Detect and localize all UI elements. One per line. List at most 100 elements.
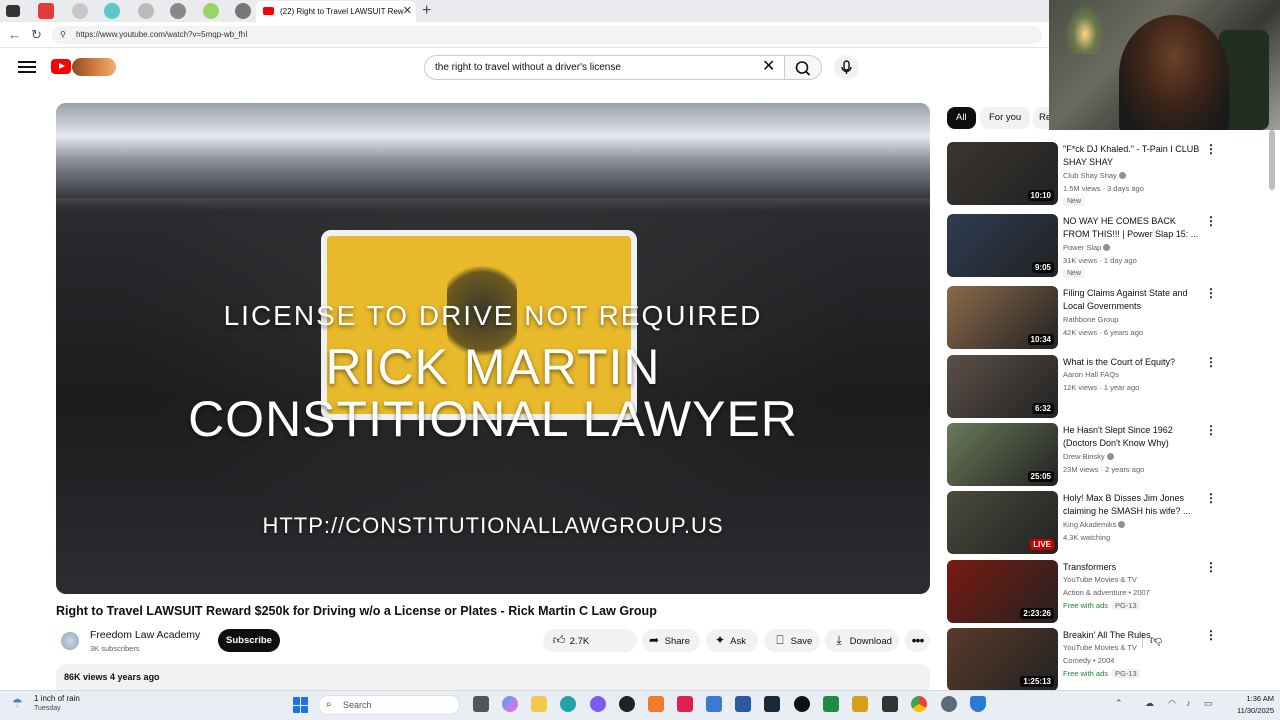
recommendation-title[interactable]: What is the Court of Equity?: [1063, 356, 1201, 369]
recommendation-item[interactable]: 10:10 "F*ck DJ Khaled." - T-Pain I CLUB S…: [947, 142, 1247, 206]
obs-icon[interactable]: [619, 696, 635, 712]
copilot-icon[interactable]: [502, 696, 518, 712]
clock-time[interactable]: 1:36 AM: [1234, 694, 1274, 703]
recommendation-channel[interactable]: Rathbone Group: [1063, 315, 1118, 324]
globe-icon[interactable]: [170, 3, 186, 19]
url-field[interactable]: ⚲ https://www.youtube.com/watch?v=5mqp-w…: [52, 26, 1042, 44]
recommendation-thumbnail[interactable]: 9:05: [947, 214, 1058, 277]
recommendation-channel[interactable]: Drew Binsky: [1063, 452, 1114, 461]
hamburger-menu-icon[interactable]: [18, 59, 36, 75]
recommendation-item[interactable]: 10:34 Filing Claims Against State and Loc…: [947, 286, 1247, 350]
pinned-tab-icon[interactable]: [203, 3, 219, 19]
reload-icon[interactable]: ↻: [31, 26, 42, 44]
wifi-icon[interactable]: ◠: [1168, 698, 1176, 709]
start-button-icon[interactable]: [293, 697, 309, 713]
tiktok-icon[interactable]: [794, 696, 810, 712]
more-options-icon[interactable]: ⋮: [1205, 561, 1217, 573]
recommendation-thumbnail[interactable]: 1:25:13: [947, 628, 1058, 691]
call-of-duty-icon[interactable]: [882, 696, 898, 712]
recommendation-title[interactable]: Filing Claims Against State and Local Go…: [1063, 287, 1201, 313]
file-explorer-icon[interactable]: [531, 696, 547, 712]
chevron-up-icon[interactable]: ⌃: [1115, 698, 1123, 709]
recommendation-item[interactable]: 2:23:26 Transformers YouTube Movies & TV Ac…: [947, 560, 1247, 624]
more-options-icon[interactable]: ⋮: [1205, 143, 1217, 155]
recommendation-thumbnail[interactable]: 10:34: [947, 286, 1058, 349]
like-button[interactable]: 👍︎ 2.7K 👎︎: [543, 629, 1162, 652]
video-player[interactable]: LICENSE TO DRIVE NOT REQUIRED RICK MARTI…: [56, 103, 930, 594]
pinned-tab-icon[interactable]: [38, 3, 54, 19]
page-scrollbar[interactable]: [1268, 130, 1276, 690]
more-options-icon[interactable]: ⋮: [1205, 356, 1217, 368]
pinned-tab-icon[interactable]: [72, 3, 88, 19]
scrollbar-thumb[interactable]: [1269, 130, 1275, 190]
active-tab[interactable]: (22) Right to Travel LAWSUIT Rew ✕: [256, 1, 416, 22]
app-icon[interactable]: [648, 696, 664, 712]
recommendation-title[interactable]: He Hasn't Slept Since 1962 (Doctors Don'…: [1063, 424, 1201, 450]
recommendation-title[interactable]: Transformers: [1063, 561, 1201, 574]
clear-search-icon[interactable]: ✕: [762, 56, 775, 78]
new-tab-button[interactable]: +: [422, 0, 431, 22]
clock-date[interactable]: 11/30/2025: [1222, 706, 1274, 715]
recommendation-title[interactable]: NO WAY HE COMES BACK FROM THIS!!! | Powe…: [1063, 215, 1201, 241]
ask-button[interactable]: ✦ Ask: [706, 629, 758, 652]
recommendation-channel[interactable]: Club Shay Shay: [1063, 171, 1126, 180]
download-button[interactable]: ⤓ Download: [825, 629, 899, 652]
recommendation-item[interactable]: 1:25:13 Breakin' All The Rules YouTube Mov…: [947, 628, 1247, 692]
more-options-icon[interactable]: ⋮: [1205, 629, 1217, 641]
more-options-icon[interactable]: ⋮: [1205, 287, 1217, 299]
chip-for-you[interactable]: For you: [980, 107, 1031, 129]
recommendation-item[interactable]: 25:05 He Hasn't Slept Since 1962 (Doctors…: [947, 423, 1247, 487]
task-view-icon[interactable]: [473, 696, 489, 712]
weather-title[interactable]: 1 inch of rain: [34, 694, 80, 703]
search-input[interactable]: the right to travel without a driver's l…: [424, 55, 785, 80]
taskbar-search-box[interactable]: ⌕ Search: [318, 695, 460, 715]
xbox-icon[interactable]: [823, 696, 839, 712]
recommendation-thumbnail[interactable]: 25:05: [947, 423, 1058, 486]
settings-gear-icon[interactable]: [941, 696, 957, 712]
security-shield-icon[interactable]: [970, 696, 986, 712]
cloud-icon[interactable]: ☁: [1145, 698, 1154, 709]
app-icon[interactable]: [677, 696, 693, 712]
more-options-icon[interactable]: ⋮: [1205, 215, 1217, 227]
save-button[interactable]: ⎕ Save: [764, 629, 820, 652]
volume-icon[interactable]: ♪: [1186, 698, 1191, 708]
search-button[interactable]: [785, 55, 822, 80]
youtube-logo[interactable]: [51, 59, 71, 74]
youtube-doodle-logo[interactable]: [72, 58, 116, 76]
store-icon[interactable]: [706, 696, 722, 712]
edge-browser-icon[interactable]: [560, 696, 576, 712]
recommendation-channel[interactable]: Power Slap: [1063, 243, 1111, 252]
recommendation-thumbnail[interactable]: LIVE: [947, 491, 1058, 554]
pinned-tab-icon[interactable]: [104, 3, 120, 19]
chip-all[interactable]: All: [947, 107, 976, 129]
voice-search-button[interactable]: [834, 55, 859, 80]
recommendation-channel[interactable]: King Akademiks: [1063, 520, 1126, 529]
tab-overview-icon[interactable]: [6, 5, 20, 17]
battery-icon[interactable]: ▭: [1204, 698, 1213, 709]
share-button[interactable]: ➦ Share: [642, 629, 700, 652]
recommendation-item[interactable]: 9:05 NO WAY HE COMES BACK FROM THIS!!! | …: [947, 214, 1247, 278]
steam-icon[interactable]: [764, 696, 780, 712]
subscribe-button[interactable]: Subscribe: [218, 629, 280, 652]
recommendation-channel[interactable]: YouTube Movies & TV: [1063, 575, 1137, 584]
chrome-icon[interactable]: [911, 696, 927, 712]
globe-icon[interactable]: [138, 3, 154, 19]
recommendation-channel[interactable]: Aaron Hall FAQs: [1063, 370, 1119, 379]
recommendation-item[interactable]: 6:32 What is the Court of Equity? Aaron Ha…: [947, 355, 1247, 419]
weather-rain-icon[interactable]: ☂: [12, 696, 23, 710]
recommendation-title[interactable]: "F*ck DJ Khaled." - T-Pain I CLUB SHAY S…: [1063, 143, 1201, 169]
recommendation-thumbnail[interactable]: 10:10: [947, 142, 1058, 205]
tab-close-icon[interactable]: ✕: [403, 1, 412, 22]
more-options-icon[interactable]: ⋮: [1205, 492, 1217, 504]
recommendation-title[interactable]: Breakin' All The Rules: [1063, 629, 1201, 642]
recommendation-thumbnail[interactable]: 2:23:26: [947, 560, 1058, 623]
channel-name[interactable]: Freedom Law Academy: [90, 629, 200, 641]
recommendation-title[interactable]: Holy! Max B Disses Jim Jones claiming he…: [1063, 492, 1201, 518]
channel-avatar[interactable]: [61, 632, 79, 650]
app-icon[interactable]: [735, 696, 751, 712]
discord-icon[interactable]: [590, 696, 606, 712]
more-actions-button[interactable]: •••: [905, 629, 930, 652]
app-icon[interactable]: [852, 696, 868, 712]
back-arrow-icon[interactable]: ←: [8, 26, 21, 44]
globe-icon[interactable]: [235, 3, 251, 19]
